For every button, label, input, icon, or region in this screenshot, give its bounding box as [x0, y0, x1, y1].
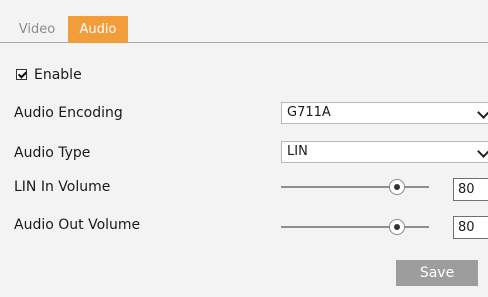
audio-encoding-select[interactable]: G711A	[281, 102, 488, 124]
lin-in-volume-slider-thumb[interactable]	[389, 179, 405, 195]
audio-out-volume-label: Audio Out Volume	[14, 217, 141, 233]
audio-type-select[interactable]: LIN	[281, 141, 488, 163]
enable-label: Enable	[34, 67, 82, 83]
tab-audio[interactable]: Audio	[68, 16, 128, 43]
tab-bar: Video Audio	[0, 0, 488, 43]
enable-checkbox[interactable]	[16, 69, 27, 80]
audio-encoding-value: G711A	[287, 105, 331, 120]
chevron-down-icon	[477, 106, 488, 119]
audio-out-volume-input[interactable]: 80	[453, 216, 488, 239]
save-button[interactable]: Save	[396, 260, 478, 286]
audio-encoding-label: Audio Encoding	[14, 105, 123, 121]
tab-video[interactable]: Video	[12, 16, 62, 43]
audio-type-value: LIN	[287, 144, 308, 159]
lin-in-volume-label: LIN In Volume	[14, 179, 111, 195]
chevron-down-icon	[477, 145, 488, 158]
audio-type-label: Audio Type	[14, 145, 91, 161]
lin-in-volume-slider[interactable]	[281, 186, 429, 188]
lin-in-volume-input[interactable]: 80	[453, 178, 488, 201]
audio-out-volume-slider[interactable]	[281, 226, 429, 228]
audio-out-volume-slider-thumb[interactable]	[389, 219, 405, 235]
